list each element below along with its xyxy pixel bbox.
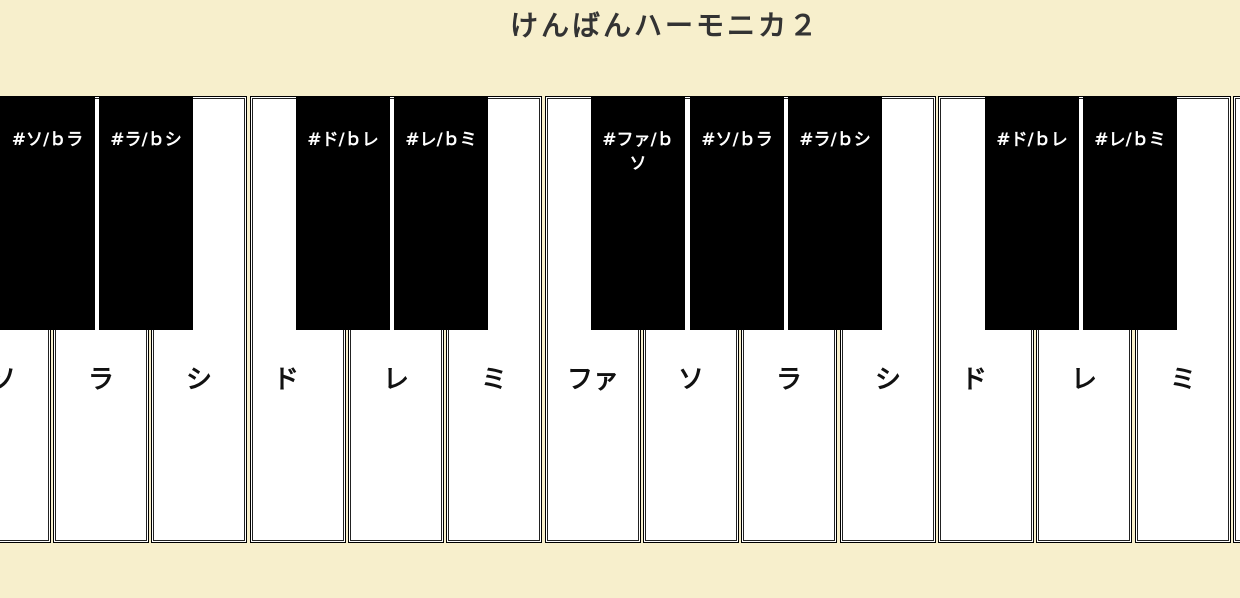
- key-label: ラ: [87, 365, 114, 395]
- key-label: シ: [185, 365, 212, 395]
- keyboard: ソ ラ シ ド レ ミ ファ ソ ラ シ ド レ ミ #ソ/ｂラ #ラ/ｂシ #…: [0, 96, 1240, 545]
- key-label: ソ: [677, 365, 704, 395]
- key-label: #ラ/ｂシ: [799, 130, 871, 150]
- black-key-fa-sharp[interactable]: #ファ/ｂソ: [591, 96, 685, 330]
- key-label: ソ: [0, 365, 16, 395]
- black-key-do-sharp[interactable]: #ド/ｂレ: [296, 96, 390, 330]
- key-label: #ソ/ｂラ: [701, 130, 773, 150]
- white-key-fa[interactable]: [1233, 96, 1240, 543]
- key-label: #ド/ｂレ: [996, 130, 1068, 150]
- page-title: けんばんハーモニカ２: [509, 9, 820, 42]
- black-key-ra-sharp[interactable]: #ラ/ｂシ: [99, 96, 193, 330]
- key-label: ド: [961, 365, 988, 395]
- black-key-ra-sharp[interactable]: #ラ/ｂシ: [788, 96, 882, 330]
- black-key-re-sharp[interactable]: #レ/ｂミ: [1083, 96, 1177, 330]
- key-label: レ: [382, 365, 409, 395]
- key-label: シ: [874, 365, 901, 395]
- key-label: #レ/ｂミ: [405, 130, 477, 150]
- key-label: #ソ/ｂラ: [11, 130, 84, 150]
- black-key-do-sharp[interactable]: #ド/ｂレ: [985, 96, 1079, 330]
- key-label: ミ: [1169, 365, 1196, 395]
- key-label: #ラ/ｂシ: [110, 130, 182, 150]
- key-label: ラ: [775, 365, 802, 395]
- black-key-so-sharp[interactable]: #ソ/ｂラ: [690, 96, 784, 330]
- black-key-so-sharp[interactable]: #ソ/ｂラ: [0, 96, 95, 330]
- key-label: ド: [273, 365, 300, 395]
- black-key-re-sharp[interactable]: #レ/ｂミ: [394, 96, 488, 330]
- key-label: #ファ/ｂソ: [602, 130, 674, 174]
- key-label: レ: [1070, 365, 1097, 395]
- key-label: #ド/ｂレ: [307, 130, 379, 150]
- key-label: ミ: [480, 365, 507, 395]
- key-label: #レ/ｂミ: [1094, 130, 1166, 150]
- key-label: ファ: [566, 365, 619, 395]
